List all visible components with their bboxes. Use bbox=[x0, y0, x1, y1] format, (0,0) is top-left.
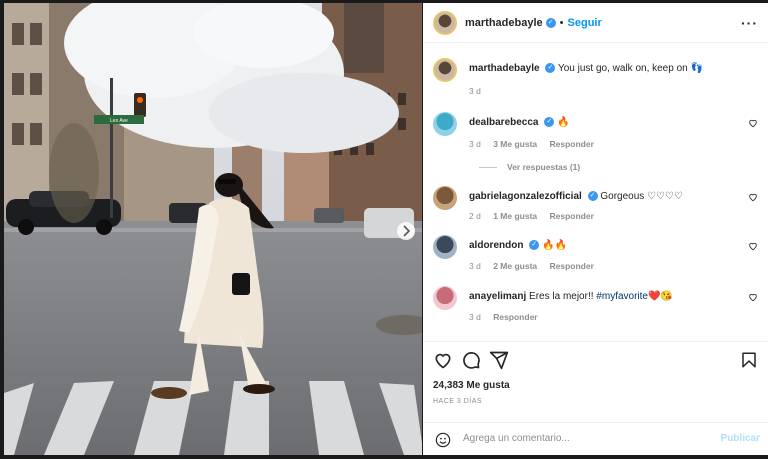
comment-text: gabrielagonzalezofficial ✓ Gorgeous ♡♡♡♡ bbox=[469, 190, 683, 203]
verified-badge-icon: ✓ bbox=[529, 240, 540, 251]
verified-badge-icon: ✓ bbox=[545, 17, 556, 28]
street-sign: Lex Ave bbox=[110, 118, 128, 124]
avatar[interactable] bbox=[433, 235, 457, 259]
avatar[interactable] bbox=[433, 58, 457, 82]
post-username[interactable]: marthadebayle bbox=[465, 17, 543, 29]
comment-body: Eres la mejor!! bbox=[529, 291, 597, 302]
view-replies-button[interactable]: Ver respuestas (1) bbox=[479, 162, 580, 172]
separator-dot: • bbox=[559, 16, 564, 29]
more-options-icon[interactable]: ··· bbox=[741, 15, 758, 31]
like-comment-heart-icon[interactable] bbox=[748, 118, 758, 128]
comment-time: 3 d bbox=[469, 139, 481, 149]
verified-badge-icon: ✓ bbox=[587, 191, 598, 202]
like-comment-heart-icon[interactable] bbox=[748, 192, 758, 202]
comment-body: 🔥 bbox=[557, 117, 570, 128]
caption-body: You just go, walk on, keep on bbox=[557, 63, 688, 74]
view-replies-label: Ver respuestas (1) bbox=[507, 162, 581, 172]
comment-username[interactable]: gabrielagonzalezofficial bbox=[469, 191, 582, 202]
reply-button[interactable]: Responder bbox=[550, 211, 594, 221]
comment-meta: 3 d Responder bbox=[469, 312, 548, 322]
instagram-post-modal: Lex Ave marthadebayle ✓ • Seguir ··· mar… bbox=[0, 0, 768, 459]
reply-button[interactable]: Responder bbox=[493, 312, 537, 322]
caption-emoji: 👣 bbox=[690, 63, 703, 74]
comment-meta: 3 d 2 Me gusta Responder bbox=[469, 261, 604, 271]
comment-likes[interactable]: 1 Me gusta bbox=[493, 211, 537, 221]
next-photo-button[interactable] bbox=[397, 222, 415, 240]
reply-button[interactable]: Responder bbox=[550, 261, 594, 271]
comment-time: 3 d bbox=[469, 261, 481, 271]
post-side-panel: marthadebayle ✓ • Seguir ··· marthadebay… bbox=[423, 3, 768, 455]
post-actions: 24,383 Me gusta HACE 3 DÍAS Publicar bbox=[423, 341, 768, 456]
comment-input[interactable] bbox=[461, 432, 705, 445]
avatar[interactable] bbox=[433, 112, 457, 136]
comment-body: Gorgeous ♡♡♡♡ bbox=[600, 191, 683, 202]
follow-button[interactable]: Seguir bbox=[568, 17, 602, 29]
comment-time: 2 d bbox=[469, 211, 481, 221]
replies-line bbox=[479, 167, 497, 169]
post-header: marthadebayle ✓ • Seguir ··· bbox=[423, 3, 768, 43]
action-icons-row bbox=[433, 350, 758, 370]
emoji-icon[interactable] bbox=[435, 432, 451, 448]
add-comment-bar: Publicar bbox=[423, 422, 768, 457]
comment-body: 🔥🔥 bbox=[542, 240, 567, 251]
avatar[interactable] bbox=[433, 186, 457, 210]
share-icon[interactable] bbox=[489, 350, 509, 370]
post-timestamp: HACE 3 DÍAS bbox=[433, 398, 483, 405]
comment-meta: 3 d 3 Me gusta Responder bbox=[469, 139, 604, 149]
caption-username[interactable]: marthadebayle bbox=[469, 63, 540, 74]
comment-username[interactable]: dealbarebecca bbox=[469, 117, 539, 128]
comment-emoji: ❤️😘 bbox=[647, 291, 673, 302]
comment-likes[interactable]: 2 Me gusta bbox=[493, 261, 537, 271]
hashtag-link[interactable]: #myfavorite bbox=[596, 291, 648, 302]
comment-likes[interactable]: 3 Me gusta bbox=[493, 139, 537, 149]
bookmark-icon[interactable] bbox=[740, 350, 758, 370]
post-photo[interactable]: Lex Ave bbox=[4, 3, 422, 455]
caption-meta: 3 d bbox=[469, 86, 491, 96]
comment-text: aldorendon ✓ 🔥🔥 bbox=[469, 239, 567, 252]
comments-list[interactable]: marthadebayle ✓ You just go, walk on, ke… bbox=[423, 44, 768, 340]
comment-text: dealbarebecca ✓ 🔥 bbox=[469, 116, 570, 129]
comment-time: 3 d bbox=[469, 312, 481, 322]
likes-count[interactable]: 24,383 Me gusta bbox=[433, 380, 510, 391]
like-comment-heart-icon[interactable] bbox=[748, 292, 758, 302]
comment-text: anayelimanj Eres la mejor!! #myfavorite❤… bbox=[469, 290, 673, 303]
comment-meta: 2 d 1 Me gusta Responder bbox=[469, 211, 604, 221]
street-scene-image: Lex Ave bbox=[4, 3, 422, 455]
comment-icon[interactable] bbox=[461, 350, 481, 370]
caption-time: 3 d bbox=[469, 86, 481, 96]
verified-badge-icon: ✓ bbox=[544, 117, 555, 128]
like-comment-heart-icon[interactable] bbox=[748, 241, 758, 251]
comment-username[interactable]: aldorendon bbox=[469, 240, 523, 251]
avatar[interactable] bbox=[433, 10, 457, 35]
caption-text: marthadebayle ✓ You just go, walk on, ke… bbox=[469, 62, 703, 75]
comment-username[interactable]: anayelimanj bbox=[469, 291, 526, 302]
avatar[interactable] bbox=[433, 286, 457, 310]
reply-button[interactable]: Responder bbox=[550, 139, 594, 149]
publish-button[interactable]: Publicar bbox=[721, 433, 760, 444]
heart-icon[interactable] bbox=[433, 350, 453, 370]
verified-badge-icon: ✓ bbox=[545, 63, 556, 74]
